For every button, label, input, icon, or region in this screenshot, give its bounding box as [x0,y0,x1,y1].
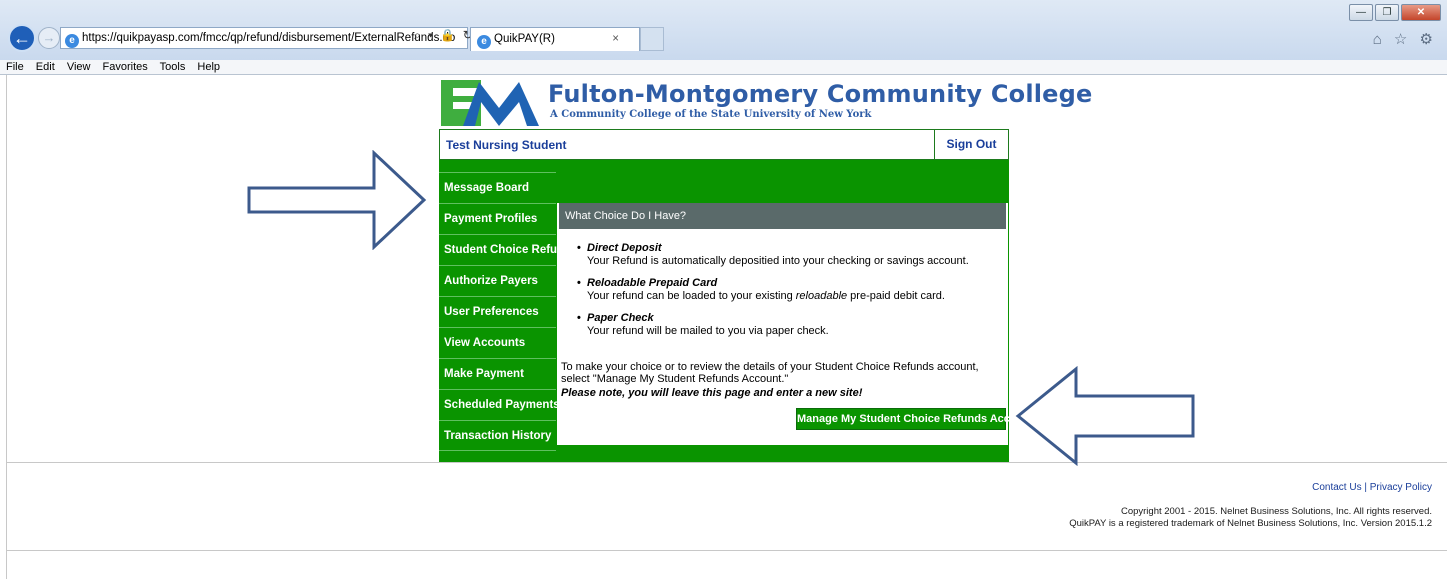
content-panel: What Choice Do I Have? • Direct Deposit … [557,203,1034,445]
window-controls: — ❐ ✕ [1349,4,1441,21]
choice-desc: Your refund can be loaded to your existi… [587,290,1003,303]
address-bar-icons[interactable]: ⌕ ▾ 🔒 ↻ [414,28,475,43]
bullet: • [577,312,581,324]
copyright-text: Copyright 2001 - 2015. Nelnet Business S… [1069,506,1432,530]
college-header: Fulton-Montgomery Community College A Co… [439,78,1092,128]
college-name: Fulton-Montgomery Community College [548,80,1093,108]
tab-ie-icon: e [477,35,491,49]
sidebar-item-student-choice-refunds[interactable]: Student Choice Refunds [439,234,578,265]
page-frame-left [6,75,7,579]
choice-desc-emphasis: reloadable [795,290,848,302]
instructions-text: To make your choice or to review the det… [561,361,979,385]
content-heading: What Choice Do I Have? [559,203,1006,229]
ie-icon: e [65,34,79,48]
menu-file[interactable]: File [6,61,24,73]
address-bar[interactable]: e https://quikpayasp.com/fmcc/qp/refund/d… [60,27,468,49]
choice-desc-pre: Your refund can be loaded to your existi… [587,290,796,302]
right-arrow-annotation [247,150,427,250]
footer-divider-bottom [6,550,1447,551]
menu-view[interactable]: View [67,61,91,73]
sidebar-item-scheduled-payments[interactable]: Scheduled Payments [439,389,560,420]
contact-us-link[interactable]: Contact Us [1312,482,1361,493]
copyright-line-2: QuikPAY is a registered trademark of Nel… [1069,518,1432,529]
choice-title: Reloadable Prepaid Card [587,277,718,289]
choice-item-prepaid-card: • Reloadable Prepaid Card Your refund ca… [573,277,1003,303]
choice-title: Paper Check [587,312,654,324]
sidebar-item-payment-profiles[interactable]: Payment Profiles [439,203,556,234]
college-logo [439,78,540,128]
leave-site-note: Please note, you will leave this page an… [561,387,863,399]
browser-chrome: ← → e https://quikpayasp.com/fmcc/qp/refu… [0,0,1447,60]
left-arrow-annotation [1015,366,1195,466]
footer-separator: | [1364,482,1367,493]
maximize-button[interactable]: ❐ [1375,4,1399,21]
sidebar-item-transaction-history[interactable]: Transaction History [439,420,556,451]
menu-bar: File Edit View Favorites Tools Help [0,60,1447,74]
close-window-button[interactable]: ✕ [1401,4,1441,21]
sidebar-item-message-board[interactable]: Message Board [439,172,556,203]
url-text: https://quikpayasp.com/fmcc/qp/refund/di… [82,32,456,44]
minimize-button[interactable]: — [1349,4,1373,21]
footer-divider-top [6,462,1447,463]
footer-links: Contact Us | Privacy Policy [1312,482,1432,493]
forward-button[interactable]: → [38,27,60,49]
manage-refunds-account-button[interactable]: Manage My Student Choice Refunds Account [796,408,1034,430]
sidebar-item-authorize-payers[interactable]: Authorize Payers [439,265,556,296]
sign-out-link[interactable]: Sign Out [934,130,1008,159]
menu-tools[interactable]: Tools [160,61,186,73]
bullet: • [577,277,581,289]
choice-desc: Your refund will be mailed to you via pa… [587,325,829,337]
copyright-line-1: Copyright 2001 - 2015. Nelnet Business S… [1120,506,1432,517]
new-tab-button[interactable] [640,27,664,51]
sidebar-nav: Message Board Payment Profiles Student C… [439,172,578,451]
sidebar-item-user-preferences[interactable]: User Preferences [439,296,556,327]
user-name: Test Nursing Student [446,138,567,152]
sidebar-item-make-payment[interactable]: Make Payment [439,358,556,389]
menu-edit[interactable]: Edit [36,61,55,73]
choice-item-direct-deposit: • Direct Deposit Your Refund is automati… [573,242,1003,268]
sidebar-item-view-accounts[interactable]: View Accounts [439,327,556,358]
privacy-policy-link[interactable]: Privacy Policy [1370,482,1432,493]
choice-title: Direct Deposit [587,242,662,254]
choice-item-paper-check: • Paper Check Your refund will be mailed… [573,312,1003,338]
menu-divider [0,74,1447,75]
back-button[interactable]: ← [8,24,36,52]
bullet: • [577,242,581,254]
user-bar: Test Nursing Student Sign Out [439,129,1009,160]
menu-help[interactable]: Help [197,61,220,73]
choice-desc-post: pre-paid debit card. [847,290,945,302]
choice-desc: Your Refund is automatically depositied … [587,255,969,267]
tab-title: QuikPAY(R) [494,33,555,45]
browser-toolbar-icons[interactable]: ⌂ ☆ ⚙ [1373,30,1437,48]
menu-favorites[interactable]: Favorites [103,61,148,73]
browser-tab[interactable]: e QuikPAY(R) × [470,27,640,51]
tab-close-icon[interactable]: × [612,28,619,50]
college-subtitle: A Community College of the State Univers… [550,109,872,120]
choice-list: • Direct Deposit Your Refund is automati… [573,242,1003,347]
